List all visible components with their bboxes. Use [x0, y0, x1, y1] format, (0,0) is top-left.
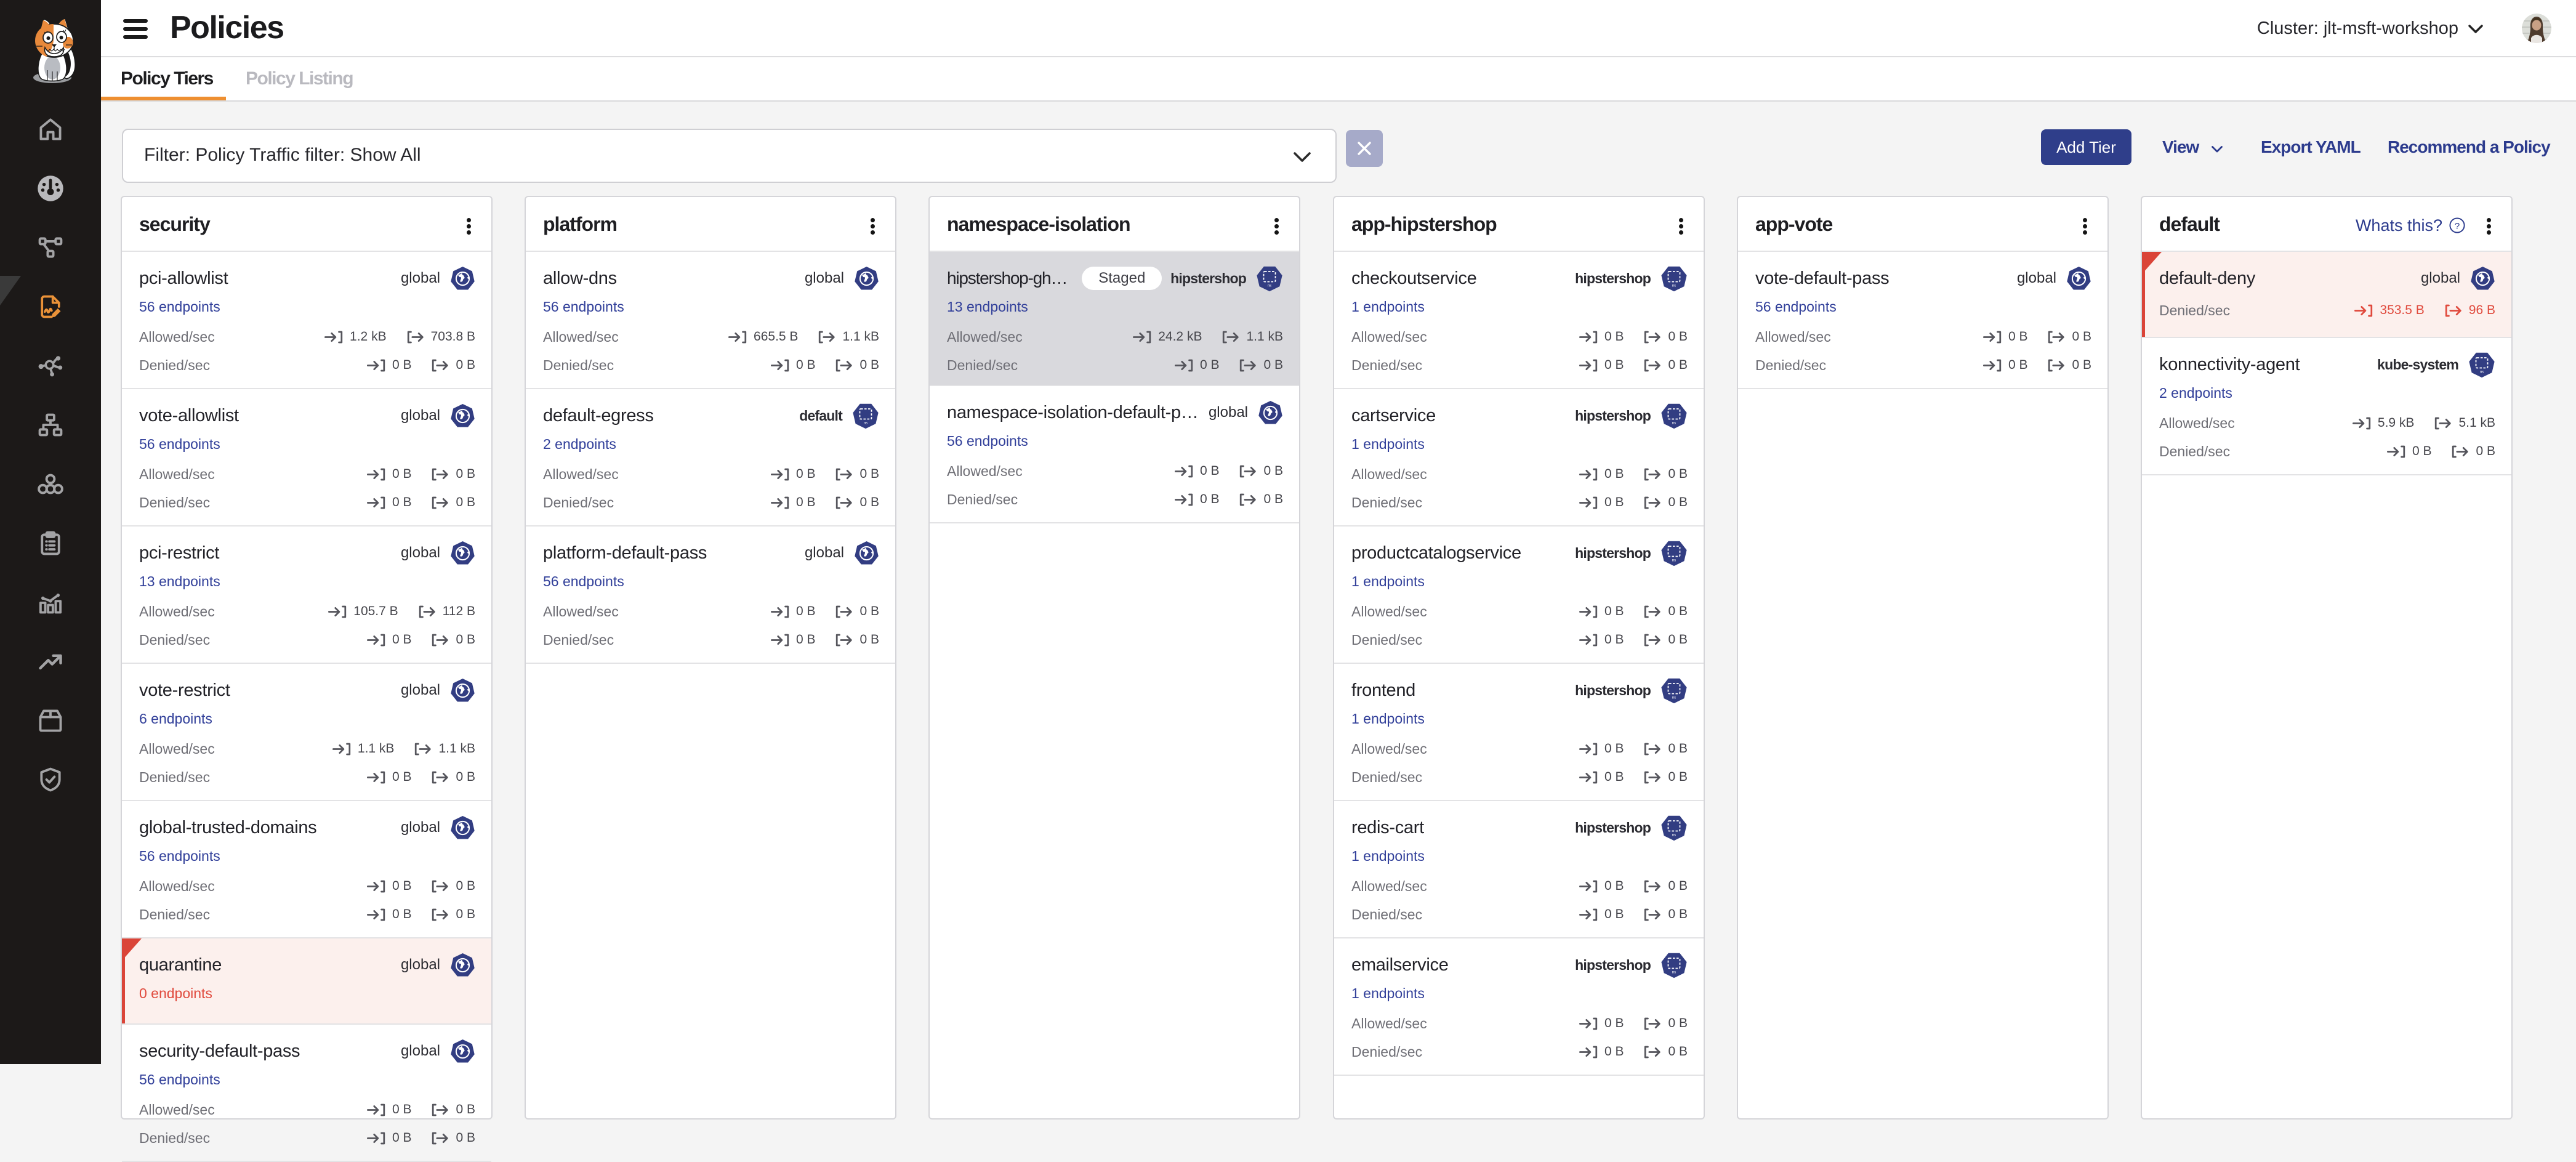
svg-text:ns: ns [2480, 371, 2484, 374]
svg-text:ns: ns [1672, 834, 1676, 837]
svg-text:ns: ns [1672, 284, 1676, 288]
svg-text:?: ? [2455, 221, 2460, 232]
svg-text:ns: ns [864, 422, 867, 426]
svg-text:ns: ns [1268, 284, 1271, 288]
svg-text:ns: ns [1672, 559, 1676, 563]
svg-text:ns: ns [1672, 696, 1676, 700]
svg-text:ns: ns [1672, 971, 1676, 975]
svg-text:ns: ns [1672, 422, 1676, 426]
